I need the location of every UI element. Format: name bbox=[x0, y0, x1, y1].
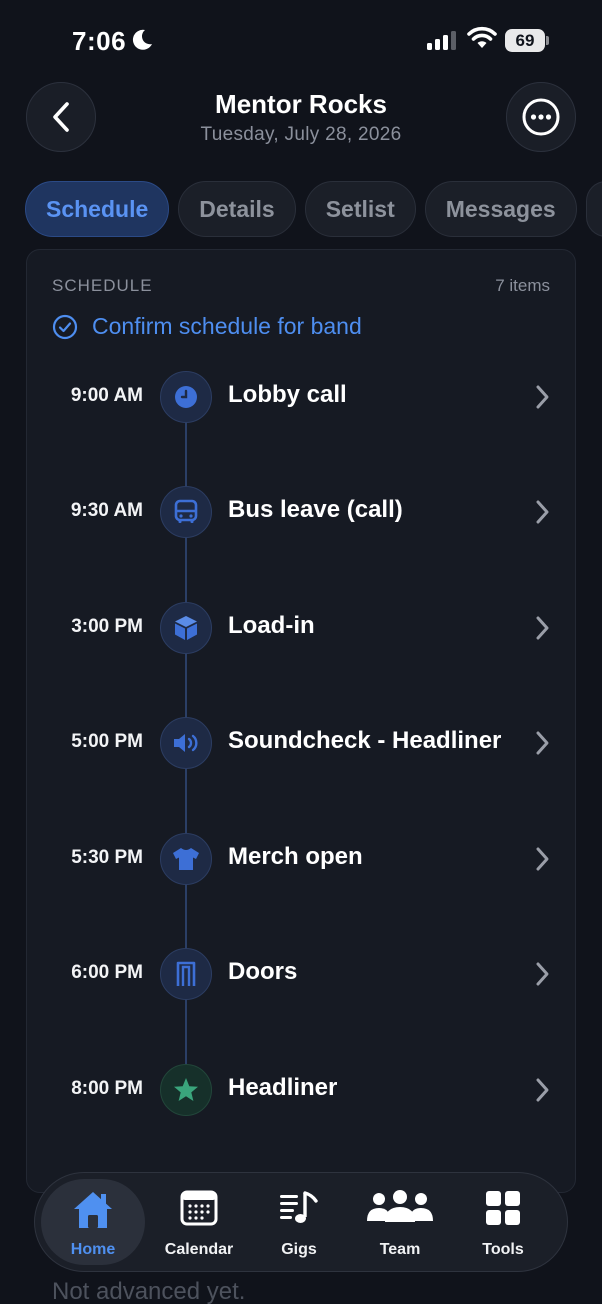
status-bar: 7:06 69 bbox=[0, 0, 602, 80]
team-icon bbox=[367, 1190, 433, 1222]
schedule-item-time: 9:00 AM bbox=[70, 385, 143, 406]
schedule-item[interactable]: 8:00 PM Headliner bbox=[26, 1064, 576, 1120]
schedule-item-title: Soundcheck - Headliner bbox=[228, 727, 502, 754]
chevron-right-icon bbox=[536, 962, 549, 986]
bottom-nav: Home Calendar Gigs Team Tools bbox=[34, 1172, 568, 1272]
chevron-right-icon bbox=[536, 500, 549, 524]
schedule-item[interactable]: 9:00 AM Lobby call bbox=[26, 371, 576, 427]
chevron-right-icon bbox=[536, 1078, 549, 1102]
confirm-schedule-button[interactable]: Confirm schedule for band bbox=[52, 313, 362, 340]
schedule-item-time: 5:00 PM bbox=[71, 731, 143, 752]
box-icon bbox=[175, 616, 197, 640]
tab-bar: Schedule Details Setlist Messages bbox=[25, 181, 602, 237]
schedule-item-time: 6:00 PM bbox=[71, 962, 143, 983]
home-icon bbox=[74, 1192, 112, 1228]
moon-icon bbox=[132, 29, 152, 50]
calendar-icon bbox=[180, 1190, 218, 1226]
door-icon bbox=[176, 961, 196, 986]
tab-more-peek[interactable] bbox=[585, 181, 602, 237]
tab-schedule[interactable]: Schedule bbox=[25, 181, 170, 237]
more-options-button[interactable] bbox=[506, 82, 576, 152]
schedule-item-title: Headliner bbox=[228, 1074, 338, 1101]
nav-gigs[interactable]: Gigs bbox=[247, 1179, 351, 1265]
nav-team-label: Team bbox=[379, 1241, 421, 1258]
schedule-item[interactable]: 6:00 PM Doors bbox=[26, 948, 576, 1004]
schedule-item-time: 5:30 PM bbox=[71, 847, 143, 868]
confirm-schedule-label: Confirm schedule for band bbox=[92, 313, 362, 339]
chevron-right-icon bbox=[536, 385, 549, 409]
schedule-item-time: 3:00 PM bbox=[71, 616, 143, 637]
signal-icon bbox=[427, 31, 456, 50]
nav-home[interactable]: Home bbox=[41, 1179, 145, 1265]
grid-icon bbox=[486, 1191, 520, 1225]
speaker-icon bbox=[174, 734, 198, 752]
schedule-item-count: 7 items bbox=[495, 276, 550, 295]
battery-level: 69 bbox=[505, 29, 545, 52]
schedule-item[interactable]: 5:00 PM Soundcheck - Headliner bbox=[26, 717, 576, 773]
clock-icon bbox=[175, 386, 197, 408]
battery-indicator: 69 bbox=[505, 29, 549, 52]
timeline-node bbox=[160, 1064, 212, 1116]
chevron-right-icon bbox=[536, 731, 549, 755]
status-time: 7:06 bbox=[72, 26, 127, 56]
check-circle-icon bbox=[52, 314, 78, 339]
schedule-item-title: Lobby call bbox=[228, 381, 347, 408]
nav-tools[interactable]: Tools bbox=[451, 1179, 555, 1265]
nav-gigs-label: Gigs bbox=[281, 1241, 317, 1258]
schedule-item-title: Bus leave (call) bbox=[228, 496, 403, 523]
chevron-right-icon bbox=[536, 847, 549, 871]
schedule-item[interactable]: 5:30 PM Merch open bbox=[26, 833, 576, 889]
timeline-node bbox=[160, 371, 212, 423]
star-icon bbox=[174, 1078, 198, 1101]
timeline-node bbox=[160, 948, 212, 1000]
schedule-item-title: Doors bbox=[228, 958, 298, 985]
tab-messages[interactable]: Messages bbox=[424, 181, 577, 237]
schedule-item-time: 8:00 PM bbox=[71, 1078, 143, 1099]
nav-calendar-label: Calendar bbox=[164, 1241, 234, 1258]
timeline-node bbox=[160, 717, 212, 769]
schedule-item-title: Load-in bbox=[228, 612, 315, 639]
timeline-node bbox=[160, 833, 212, 885]
schedule-item-time: 9:30 AM bbox=[70, 500, 143, 521]
schedule-item[interactable]: 9:30 AM Bus leave (call) bbox=[26, 486, 576, 542]
tab-details[interactable]: Details bbox=[178, 181, 296, 237]
tshirt-icon bbox=[173, 848, 199, 870]
bus-icon bbox=[174, 499, 198, 523]
timeline-node bbox=[160, 602, 212, 654]
chevron-right-icon bbox=[536, 616, 549, 640]
schedule-item[interactable]: 3:00 PM Load-in bbox=[26, 602, 576, 658]
tab-setlist[interactable]: Setlist bbox=[304, 181, 416, 237]
music-list-icon bbox=[280, 1191, 318, 1223]
schedule-item-title: Merch open bbox=[228, 843, 363, 870]
wifi-icon bbox=[467, 26, 497, 48]
timeline-node bbox=[160, 486, 212, 538]
advance-status-text: Not advanced yet. bbox=[52, 1278, 246, 1304]
nav-calendar[interactable]: Calendar bbox=[147, 1179, 251, 1265]
nav-tools-label: Tools bbox=[482, 1241, 524, 1258]
nav-home-label: Home bbox=[70, 1241, 116, 1258]
schedule-section-label: SCHEDULE bbox=[52, 276, 153, 295]
ellipsis-icon bbox=[522, 98, 560, 136]
nav-team[interactable]: Team bbox=[348, 1179, 452, 1265]
